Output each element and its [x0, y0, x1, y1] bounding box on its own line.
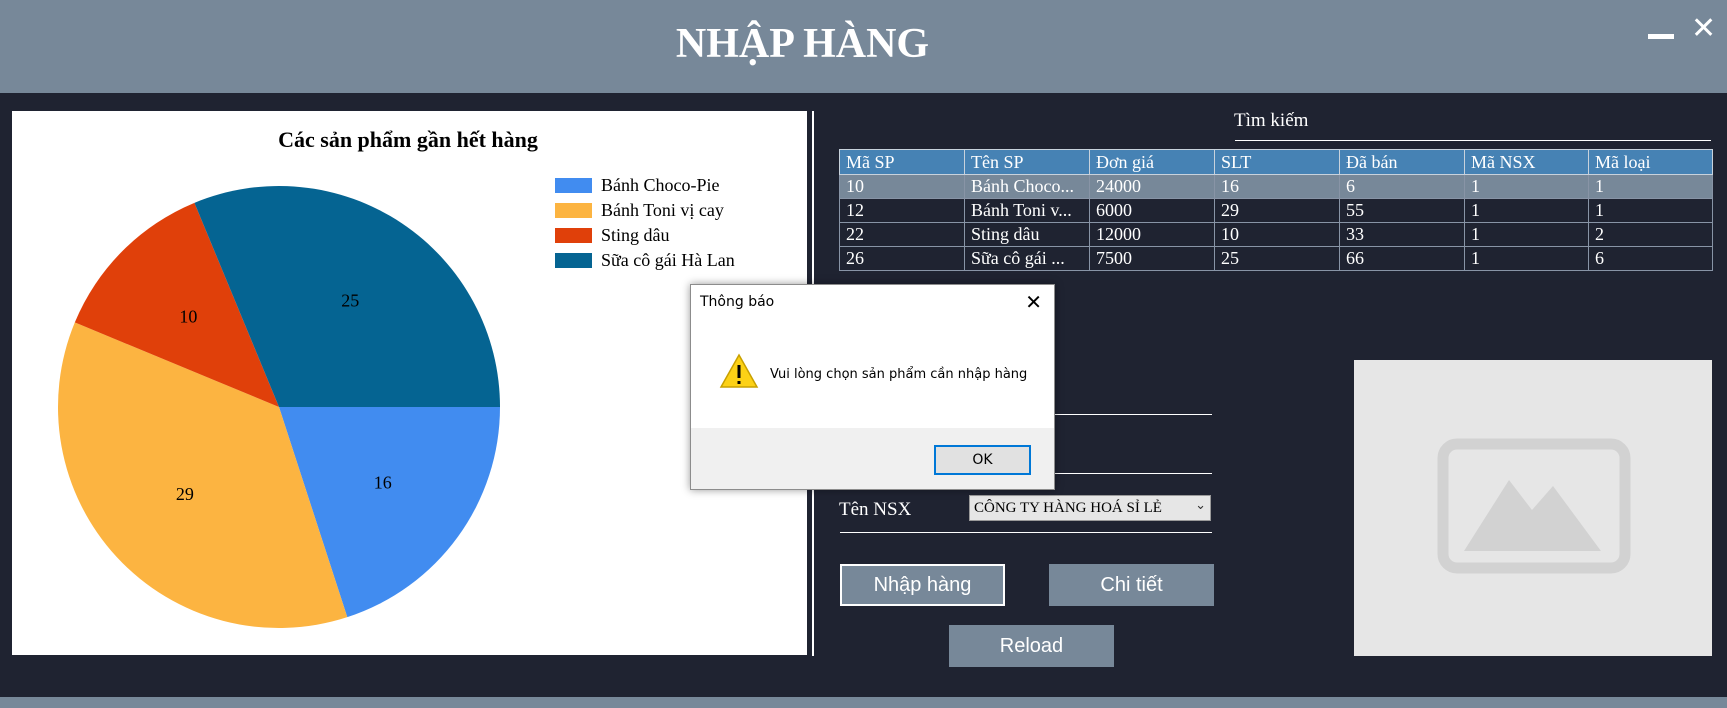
slice-data-label: 29 — [176, 484, 194, 504]
column-header[interactable]: Đã bán — [1339, 149, 1465, 175]
nhap-hang-button[interactable]: Nhập hàng — [840, 564, 1005, 606]
nsx-label: Tên NSX — [839, 499, 912, 520]
title-bar: NHẬP HÀNG ✕ — [0, 0, 1727, 93]
minimize-icon[interactable] — [1648, 34, 1674, 39]
nsx-select[interactable]: CÔNG TY HÀNG HOÁ SỈ LẺ ⌄ — [969, 495, 1211, 521]
table-cell[interactable]: 12 — [839, 198, 965, 223]
table-cell[interactable]: 6000 — [1089, 198, 1215, 223]
slice-data-label: 25 — [341, 290, 359, 310]
table-cell[interactable]: 12000 — [1089, 222, 1215, 247]
table-cell[interactable]: Bánh Choco... — [964, 174, 1090, 199]
pie-chart-panel: Các sản phẩm gần hết hàng 16 29 10 25 Bánh … — [12, 111, 807, 655]
table-row[interactable]: 22 Sting dâu 12000 10 33 1 2 — [839, 222, 1713, 247]
table-cell[interactable]: 29 — [1214, 198, 1340, 223]
message-dialog: Thông báo ✕ Vui lòng chọn sản phẩm cần n… — [690, 284, 1055, 490]
product-image — [1354, 360, 1712, 656]
column-header[interactable]: SLT — [1214, 149, 1340, 175]
column-header[interactable]: Mã SP — [839, 149, 965, 175]
legend-swatch — [555, 253, 592, 268]
legend-label: Sting dâu — [601, 225, 670, 245]
image-placeholder-icon — [1437, 438, 1631, 574]
legend-swatch — [555, 178, 592, 193]
table-cell[interactable]: Sữa cô gái ... — [964, 246, 1090, 271]
table-cell[interactable]: 1 — [1464, 222, 1589, 247]
table-cell[interactable]: 55 — [1339, 198, 1465, 223]
table-cell[interactable]: 26 — [839, 246, 965, 271]
dialog-message: Vui lòng chọn sản phẩm cần nhập hàng — [770, 367, 1028, 382]
table-cell[interactable]: 33 — [1339, 222, 1465, 247]
table-cell[interactable]: 1 — [1464, 198, 1589, 223]
chart-title: Các sản phẩm gần hết hàng — [278, 127, 538, 152]
search-label: Tìm kiếm — [1234, 110, 1309, 131]
legend-swatch — [555, 228, 592, 243]
table-cell[interactable]: 1 — [1588, 198, 1713, 223]
close-icon[interactable]: ✕ — [1691, 14, 1716, 44]
table-cell[interactable]: 1 — [1464, 174, 1589, 199]
slice-data-label: 10 — [179, 306, 197, 326]
column-header[interactable]: Đơn giá — [1089, 149, 1215, 175]
table-cell[interactable]: 1 — [1588, 174, 1713, 199]
table-cell[interactable]: 2 — [1588, 222, 1713, 247]
table-cell[interactable]: 6 — [1588, 246, 1713, 271]
ok-button[interactable]: OK — [934, 445, 1031, 475]
legend-label: Sữa cô gái Hà Lan — [601, 250, 735, 270]
close-icon[interactable]: ✕ — [1025, 290, 1042, 314]
table-cell[interactable]: 10 — [839, 174, 965, 199]
table-cell[interactable]: 66 — [1339, 246, 1465, 271]
product-table: Mã SP Tên SP Đơn giá SLT Đã bán Mã NSX M… — [839, 149, 1713, 271]
search-underline — [1235, 140, 1711, 141]
column-header[interactable]: Tên SP — [964, 149, 1090, 175]
table-cell[interactable]: 16 — [1214, 174, 1340, 199]
pie-chart: Các sản phẩm gần hết hàng 16 29 10 25 Bánh … — [57, 127, 735, 629]
legend-label: Bánh Toni vị cay — [601, 200, 724, 220]
page-title: NHẬP HÀNG — [675, 21, 930, 67]
legend-swatch — [555, 203, 592, 218]
chevron-down-icon: ⌄ — [1195, 498, 1206, 513]
column-header[interactable]: Mã NSX — [1464, 149, 1589, 175]
table-row[interactable]: 26 Sữa cô gái ... 7500 25 66 1 6 — [839, 246, 1713, 271]
column-header[interactable]: Mã loại — [1588, 149, 1713, 175]
table-cell[interactable]: 6 — [1339, 174, 1465, 199]
table-row[interactable]: 10 Bánh Choco... 24000 16 6 1 1 — [839, 174, 1713, 199]
dialog-title: Thông báo — [700, 294, 775, 310]
table-cell[interactable]: 22 — [839, 222, 965, 247]
legend-label: Bánh Choco-Pie — [601, 175, 720, 195]
nsx-select-value: CÔNG TY HÀNG HOÁ SỈ LẺ — [974, 500, 1162, 516]
table-cell[interactable]: 7500 — [1089, 246, 1215, 271]
chi-tiet-button[interactable]: Chi tiết — [1049, 564, 1214, 606]
form-underline — [840, 532, 1212, 533]
table-cell[interactable]: Sting dâu — [964, 222, 1090, 247]
slice-data-label: 16 — [374, 472, 392, 492]
reload-button[interactable]: Reload — [949, 625, 1114, 667]
table-cell[interactable]: 1 — [1464, 246, 1589, 271]
table-cell[interactable]: 25 — [1214, 246, 1340, 271]
table-cell[interactable]: 10 — [1214, 222, 1340, 247]
table-cell[interactable]: 24000 — [1089, 174, 1215, 199]
table-cell[interactable]: Bánh Toni v... — [964, 198, 1090, 223]
bottom-bar — [0, 697, 1727, 708]
table-header-row: Mã SP Tên SP Đơn giá SLT Đã bán Mã NSX M… — [839, 149, 1713, 175]
warning-icon — [719, 353, 759, 393]
table-row[interactable]: 12 Bánh Toni v... 6000 29 55 1 1 — [839, 198, 1713, 223]
